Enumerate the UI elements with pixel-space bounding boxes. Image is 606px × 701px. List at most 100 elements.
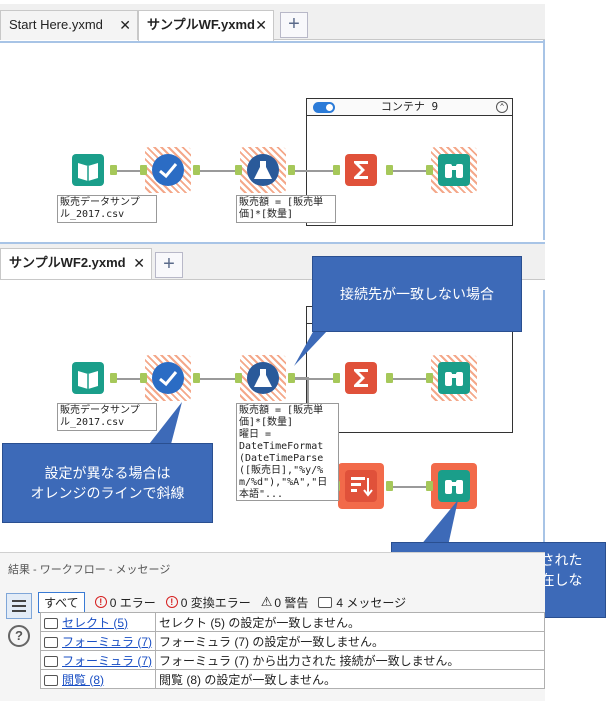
input-anchor[interactable] (426, 373, 433, 383)
connection-wire[interactable] (200, 170, 240, 172)
tab-start-here[interactable]: Start Here.yxmd ✕ (0, 10, 138, 40)
output-anchor[interactable] (288, 165, 295, 175)
table-row[interactable]: セレクト (5) セレクト (5) の設定が一致しません。 (39, 612, 545, 632)
tool-link[interactable]: 閲覧 (8) (62, 673, 104, 687)
input-anchor[interactable] (426, 165, 433, 175)
error-icon: ! (94, 596, 107, 608)
connection-wire[interactable] (390, 486, 430, 488)
tool-link-cell: フォーミュラ (7) (39, 631, 157, 651)
output-anchor[interactable] (110, 373, 117, 383)
tab-label: Start Here.yxmd (9, 17, 103, 32)
select-tool[interactable] (145, 147, 191, 193)
tool-link-cell: フォーミュラ (7) (39, 650, 157, 670)
output-anchor[interactable] (193, 165, 200, 175)
chevron-up-icon[interactable]: ⌃ (496, 101, 508, 113)
filter-errors-button[interactable]: ! 0 エラー (94, 594, 156, 611)
input-anchor[interactable] (426, 481, 433, 491)
book-icon (72, 362, 104, 394)
tab-sample-wf[interactable]: サンプルWF.yxmd ✕ (138, 10, 274, 41)
connection-wire[interactable] (200, 378, 240, 380)
filter-messages-label: 4 メッセージ (336, 595, 407, 610)
table-row[interactable]: フォーミュラ (7) フォーミュラ (7) から出力された 接続が一致しません。 (39, 650, 545, 670)
workflow1-canvas-right-border (543, 40, 545, 240)
container-title: コンテナ 9 (380, 100, 439, 113)
browse-tool[interactable] (431, 355, 477, 401)
tool-link-cell: 閲覧 (8) (39, 669, 157, 689)
table-row[interactable]: 閲覧 (8) 閲覧 (8) の設定が一致しません。 (39, 669, 545, 689)
results-sidebar: ? (6, 593, 34, 693)
tool-link[interactable]: フォーミュラ (7) (62, 635, 152, 649)
message-cell: フォーミュラ (7) の設定が一致しません。 (155, 631, 545, 651)
callout-pointer (420, 500, 458, 546)
callout-orange-hatch: 設定が異なる場合は オレンジのラインで斜線 (2, 443, 213, 523)
message-cell: セレクト (5) の設定が一致しません。 (155, 612, 545, 632)
select-tool[interactable] (145, 355, 191, 401)
tab-label: サンプルWF.yxmd (147, 17, 255, 32)
filter-messages-button[interactable]: 4 メッセージ (318, 594, 406, 611)
added-sort-tool[interactable] (338, 463, 384, 509)
add-tab-button[interactable]: + (155, 252, 183, 278)
table-row[interactable]: フォーミュラ (7) フォーミュラ (7) の設定が一致しません。 (39, 631, 545, 651)
output-anchor[interactable] (193, 373, 200, 383)
output-anchor[interactable] (288, 373, 295, 383)
checkmark-icon (152, 154, 184, 186)
workflow1-canvas-border (0, 41, 545, 43)
filter-conversion-errors-button[interactable]: ! 0 変換エラー (165, 594, 251, 611)
results-table: セレクト (5) セレクト (5) の設定が一致しません。 フォーミュラ (7)… (39, 612, 545, 689)
sigma-icon (345, 362, 377, 394)
workflow2-canvas-right-border (543, 290, 545, 548)
help-icon[interactable]: ? (8, 625, 30, 647)
input-anchor[interactable] (235, 165, 242, 175)
tab-sample-wf2[interactable]: サンプルWF2.yxmd ✕ (0, 248, 152, 279)
filter-warnings-label: 0 警告 (274, 595, 309, 610)
conversion-error-icon: ! (165, 596, 178, 608)
warning-icon: ⚠ (260, 594, 273, 609)
formula-tool[interactable] (240, 355, 286, 401)
flask-icon (247, 154, 279, 186)
message-icon (318, 596, 333, 608)
container-toggle[interactable] (313, 102, 335, 113)
binoculars-icon (438, 362, 470, 394)
input-anchor[interactable] (140, 373, 147, 383)
tool-link[interactable]: フォーミュラ (7) (62, 654, 152, 668)
results-title: 結果 - ワークフロー - メッセージ (8, 564, 171, 576)
message-cell: 閲覧 (8) の設定が一致しません。 (155, 669, 545, 689)
input-anchor[interactable] (333, 373, 340, 383)
tool-annotation: 販売額 = [販売単 価]*[数量] 曜日 = DateTimeFormat (… (236, 403, 339, 501)
callout-pointer (294, 330, 328, 366)
tool-link-cell: セレクト (5) (39, 612, 157, 632)
connection-wire[interactable] (293, 170, 338, 172)
close-icon[interactable]: ✕ (119, 11, 131, 39)
output-anchor[interactable] (386, 165, 393, 175)
output-anchor[interactable] (110, 165, 117, 175)
tab-label: サンプルWF2.yxmd (9, 255, 126, 270)
binoculars-icon (438, 154, 470, 186)
workflow1-tabbar: Start Here.yxmd ✕ サンプルWF.yxmd ✕ + (0, 4, 545, 41)
input-data-tool[interactable] (65, 147, 111, 193)
output-anchor[interactable] (386, 373, 393, 383)
close-icon[interactable]: ✕ (133, 249, 145, 277)
filter-all-button[interactable]: すべて (38, 591, 85, 613)
book-icon (72, 154, 104, 186)
list-view-icon[interactable] (6, 593, 32, 619)
formula-tool[interactable] (240, 147, 286, 193)
add-tab-button[interactable]: + (280, 12, 308, 38)
input-anchor[interactable] (333, 165, 340, 175)
input-anchor[interactable] (235, 373, 242, 383)
checkmark-icon (152, 362, 184, 394)
close-icon[interactable]: ✕ (255, 11, 267, 39)
browse-tool[interactable] (431, 147, 477, 193)
flask-icon (247, 362, 279, 394)
message-icon (44, 655, 58, 667)
summarize-tool[interactable] (338, 147, 384, 193)
output-anchor[interactable] (386, 481, 393, 491)
input-data-tool[interactable] (65, 355, 111, 401)
tool-link[interactable]: セレクト (5) (62, 616, 128, 630)
summarize-tool[interactable] (338, 355, 384, 401)
filter-errors-label: 0 エラー (109, 595, 156, 610)
input-anchor[interactable] (140, 165, 147, 175)
message-icon (44, 636, 58, 648)
filter-warnings-button[interactable]: ⚠ 0 警告 (261, 594, 309, 611)
tool-annotation: 販売額 = [販売単 価]*[数量] (236, 195, 336, 223)
filter-conversion-errors-label: 0 変換エラー (180, 595, 251, 610)
